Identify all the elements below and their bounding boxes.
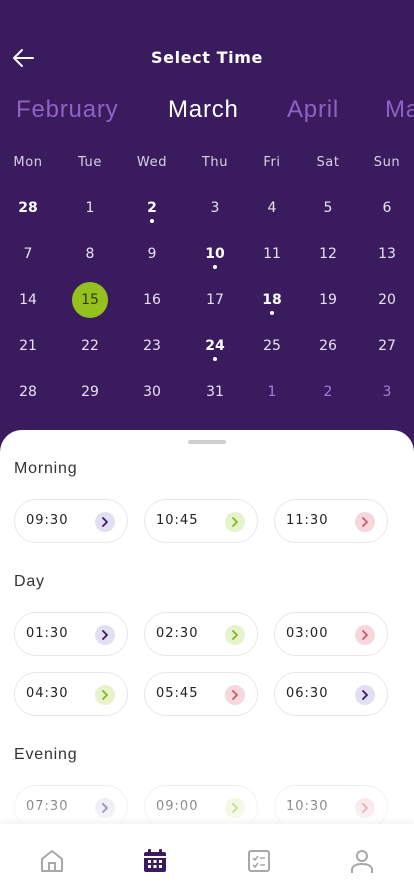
chevron-right-icon: [355, 798, 375, 818]
calendar-day[interactable]: 28: [6, 376, 50, 408]
time-slot-label: 09:00: [156, 799, 199, 814]
calendar-day-selected[interactable]: 15: [68, 284, 112, 316]
calendar-day[interactable]: 28: [6, 192, 50, 224]
chevron-right-icon: [95, 685, 115, 705]
time-slot-label: 06:30: [286, 686, 329, 701]
time-slot-button[interactable]: 10:45: [144, 499, 258, 543]
calendar-day[interactable]: 7: [6, 238, 50, 270]
calendar-day[interactable]: 16: [130, 284, 174, 316]
time-slot-label: 09:30: [26, 513, 69, 528]
calendar-day[interactable]: 30: [130, 376, 174, 408]
sheet-drag-handle[interactable]: [188, 440, 226, 444]
calendar-day[interactable]: 6: [365, 192, 409, 224]
calendar-day[interactable]: 1: [68, 192, 112, 224]
nav-home[interactable]: [37, 846, 67, 876]
month-february[interactable]: February: [16, 96, 118, 124]
home-icon: [41, 850, 63, 872]
weekday-label: Tue: [77, 155, 102, 170]
time-slot-button[interactable]: 04:30: [14, 672, 128, 716]
calendar-day[interactable]: 1: [250, 376, 294, 408]
month-april[interactable]: April: [287, 96, 339, 124]
chevron-right-icon: [225, 625, 245, 645]
weekday-label: Mon: [13, 155, 43, 170]
time-slot-label: 10:45: [156, 513, 199, 528]
calendar-day[interactable]: 8: [68, 238, 112, 270]
time-slot-button[interactable]: 03:00: [274, 612, 388, 656]
nav-calendar[interactable]: [140, 846, 170, 876]
chevron-right-icon: [95, 798, 115, 818]
calendar-day[interactable]: 22: [68, 330, 112, 362]
time-slot-button[interactable]: 09:30: [14, 499, 128, 543]
event-dot: [213, 265, 217, 269]
calendar-day[interactable]: 11: [250, 238, 294, 270]
time-slot-label: 11:30: [286, 513, 329, 528]
calendar-day[interactable]: 23: [130, 330, 174, 362]
chevron-right-icon: [355, 685, 375, 705]
calendar-day[interactable]: 14: [6, 284, 50, 316]
calendar-day[interactable]: 31: [193, 376, 237, 408]
calendar-day[interactable]: 13: [365, 238, 409, 270]
event-dot: [150, 219, 154, 223]
profile-icon: [351, 850, 373, 873]
time-slot-label: 07:30: [26, 799, 69, 814]
event-dot: [270, 311, 274, 315]
weekday-label: Fri: [263, 155, 281, 170]
time-slot-button[interactable]: 10:30: [274, 785, 388, 829]
time-slot-label: 02:30: [156, 626, 199, 641]
calendar-day[interactable]: 29: [68, 376, 112, 408]
weekday-label: Wed: [136, 155, 168, 170]
time-slot-button[interactable]: 07:30: [14, 785, 128, 829]
calendar-day[interactable]: 20: [365, 284, 409, 316]
chevron-right-icon: [95, 625, 115, 645]
time-slot-button[interactable]: 02:30: [144, 612, 258, 656]
calendar-day[interactable]: 27: [365, 330, 409, 362]
chevron-right-icon: [95, 512, 115, 532]
time-slot-label: 03:00: [286, 626, 329, 641]
calendar-day[interactable]: 5: [306, 192, 350, 224]
time-slot-button[interactable]: 05:45: [144, 672, 258, 716]
time-slot-label: 05:45: [156, 686, 199, 701]
calendar-day[interactable]: 17: [193, 284, 237, 316]
calendar-day[interactable]: 3: [365, 376, 409, 408]
time-slot-button[interactable]: 11:30: [274, 499, 388, 543]
calendar-day[interactable]: 3: [193, 192, 237, 224]
nav-tasks[interactable]: [244, 846, 274, 876]
calendar-day[interactable]: 9: [130, 238, 174, 270]
chevron-right-icon: [355, 512, 375, 532]
calendar-header: Select Time February March April Ma Mon …: [0, 0, 414, 440]
time-slot-label: 10:30: [286, 799, 329, 814]
month-carousel[interactable]: February March April Ma: [0, 96, 414, 130]
calendar-icon: [144, 849, 166, 872]
chevron-right-icon: [225, 798, 245, 818]
time-slot-label: 04:30: [26, 686, 69, 701]
weekday-label: Sun: [373, 155, 401, 170]
calendar-day[interactable]: 25: [250, 330, 294, 362]
calendar-day[interactable]: 19: [306, 284, 350, 316]
time-slot-button[interactable]: 09:00: [144, 785, 258, 829]
chevron-right-icon: [355, 625, 375, 645]
section-title-evening: Evening: [14, 746, 78, 763]
page-title: Select Time: [151, 48, 263, 67]
time-slot-label: 01:30: [26, 626, 69, 641]
checklist-icon: [248, 850, 270, 872]
month-march[interactable]: March: [168, 96, 239, 124]
calendar-day[interactable]: 2: [306, 376, 350, 408]
calendar-day[interactable]: 12: [306, 238, 350, 270]
time-slot-button[interactable]: 01:30: [14, 612, 128, 656]
event-dot: [213, 357, 217, 361]
chevron-right-icon: [225, 685, 245, 705]
section-title-day: Day: [14, 573, 45, 590]
weekday-label: Sat: [316, 155, 340, 170]
weekday-label: Thu: [201, 155, 229, 170]
section-title-morning: Morning: [14, 460, 78, 477]
month-may[interactable]: Ma: [385, 96, 414, 124]
nav-profile[interactable]: [347, 846, 377, 876]
time-slot-button[interactable]: 06:30: [274, 672, 388, 716]
calendar-day[interactable]: 21: [6, 330, 50, 362]
calendar-day[interactable]: 4: [250, 192, 294, 224]
bottom-nav: [0, 824, 414, 896]
chevron-right-icon: [225, 512, 245, 532]
calendar-day[interactable]: 26: [306, 330, 350, 362]
